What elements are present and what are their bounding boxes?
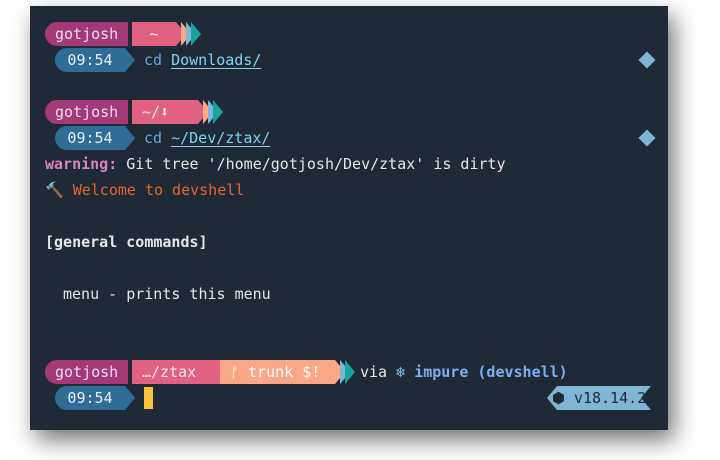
command-line: 09:54 cd Downloads/ bbox=[45, 47, 668, 73]
warning-line: warning: Git tree '/home/gotjosh/Dev/zta… bbox=[45, 151, 668, 177]
prompt-line: gotjosh ~/⬇ bbox=[45, 99, 668, 125]
text-cursor[interactable] bbox=[144, 387, 153, 409]
via-text: via bbox=[360, 363, 388, 381]
end-arrow-icon bbox=[191, 22, 201, 46]
dir-segment: ~ bbox=[132, 22, 176, 46]
prompt-line: gotjosh ~ bbox=[45, 21, 668, 47]
time-segment: 09:54 bbox=[55, 48, 125, 72]
command-name: cd bbox=[144, 129, 163, 147]
node-version-badge: ⬢ v18.14.2 bbox=[547, 386, 651, 410]
command-name: cd bbox=[144, 51, 163, 69]
section-heading: [general commands] bbox=[45, 233, 208, 251]
end-arrow-icon bbox=[213, 100, 223, 124]
dir-segment: …/ztax bbox=[132, 360, 220, 384]
time-segment: 09:54 bbox=[55, 386, 125, 410]
user-segment: gotjosh bbox=[45, 100, 129, 124]
welcome-text: Welcome to devshell bbox=[72, 181, 245, 199]
end-arrow-icon bbox=[345, 360, 355, 384]
command-arg: Downloads/ bbox=[171, 51, 262, 69]
git-segment: ᚠ trunk $! bbox=[220, 360, 335, 384]
hammer-icon: 🔨 bbox=[45, 181, 64, 199]
snowflake-icon: ❄ bbox=[396, 363, 406, 381]
user-segment: gotjosh bbox=[45, 22, 129, 46]
command-line[interactable]: 09:54 ⬢ v18.14.2 bbox=[45, 385, 668, 411]
nix-shell-label: impure (devshell) bbox=[414, 363, 568, 381]
time-arrow-icon bbox=[125, 48, 135, 72]
time-arrow-icon bbox=[125, 126, 135, 150]
command-line: 09:54 cd ~/Dev/ztax/ bbox=[45, 125, 668, 151]
terminal-window[interactable]: gotjosh ~ 09:54 cd Downloads/ gotjosh ~/… bbox=[30, 6, 668, 430]
welcome-line: 🔨 Welcome to devshell bbox=[45, 177, 668, 203]
warning-label: warning: bbox=[45, 155, 118, 173]
time-arrow-icon bbox=[125, 386, 135, 410]
prompt-line: gotjosh …/ztax ᚠ trunk $! via ❄ impure (… bbox=[45, 359, 668, 385]
dir-segment: ~/⬇ bbox=[132, 100, 198, 124]
time-segment: 09:54 bbox=[55, 126, 125, 150]
menu-line: menu - prints this menu bbox=[63, 285, 271, 303]
command-arg: ~/Dev/ztax/ bbox=[171, 129, 271, 147]
user-segment: gotjosh bbox=[45, 360, 129, 384]
warning-text: Git tree '/home/gotjosh/Dev/ztax' is dir… bbox=[117, 155, 506, 173]
